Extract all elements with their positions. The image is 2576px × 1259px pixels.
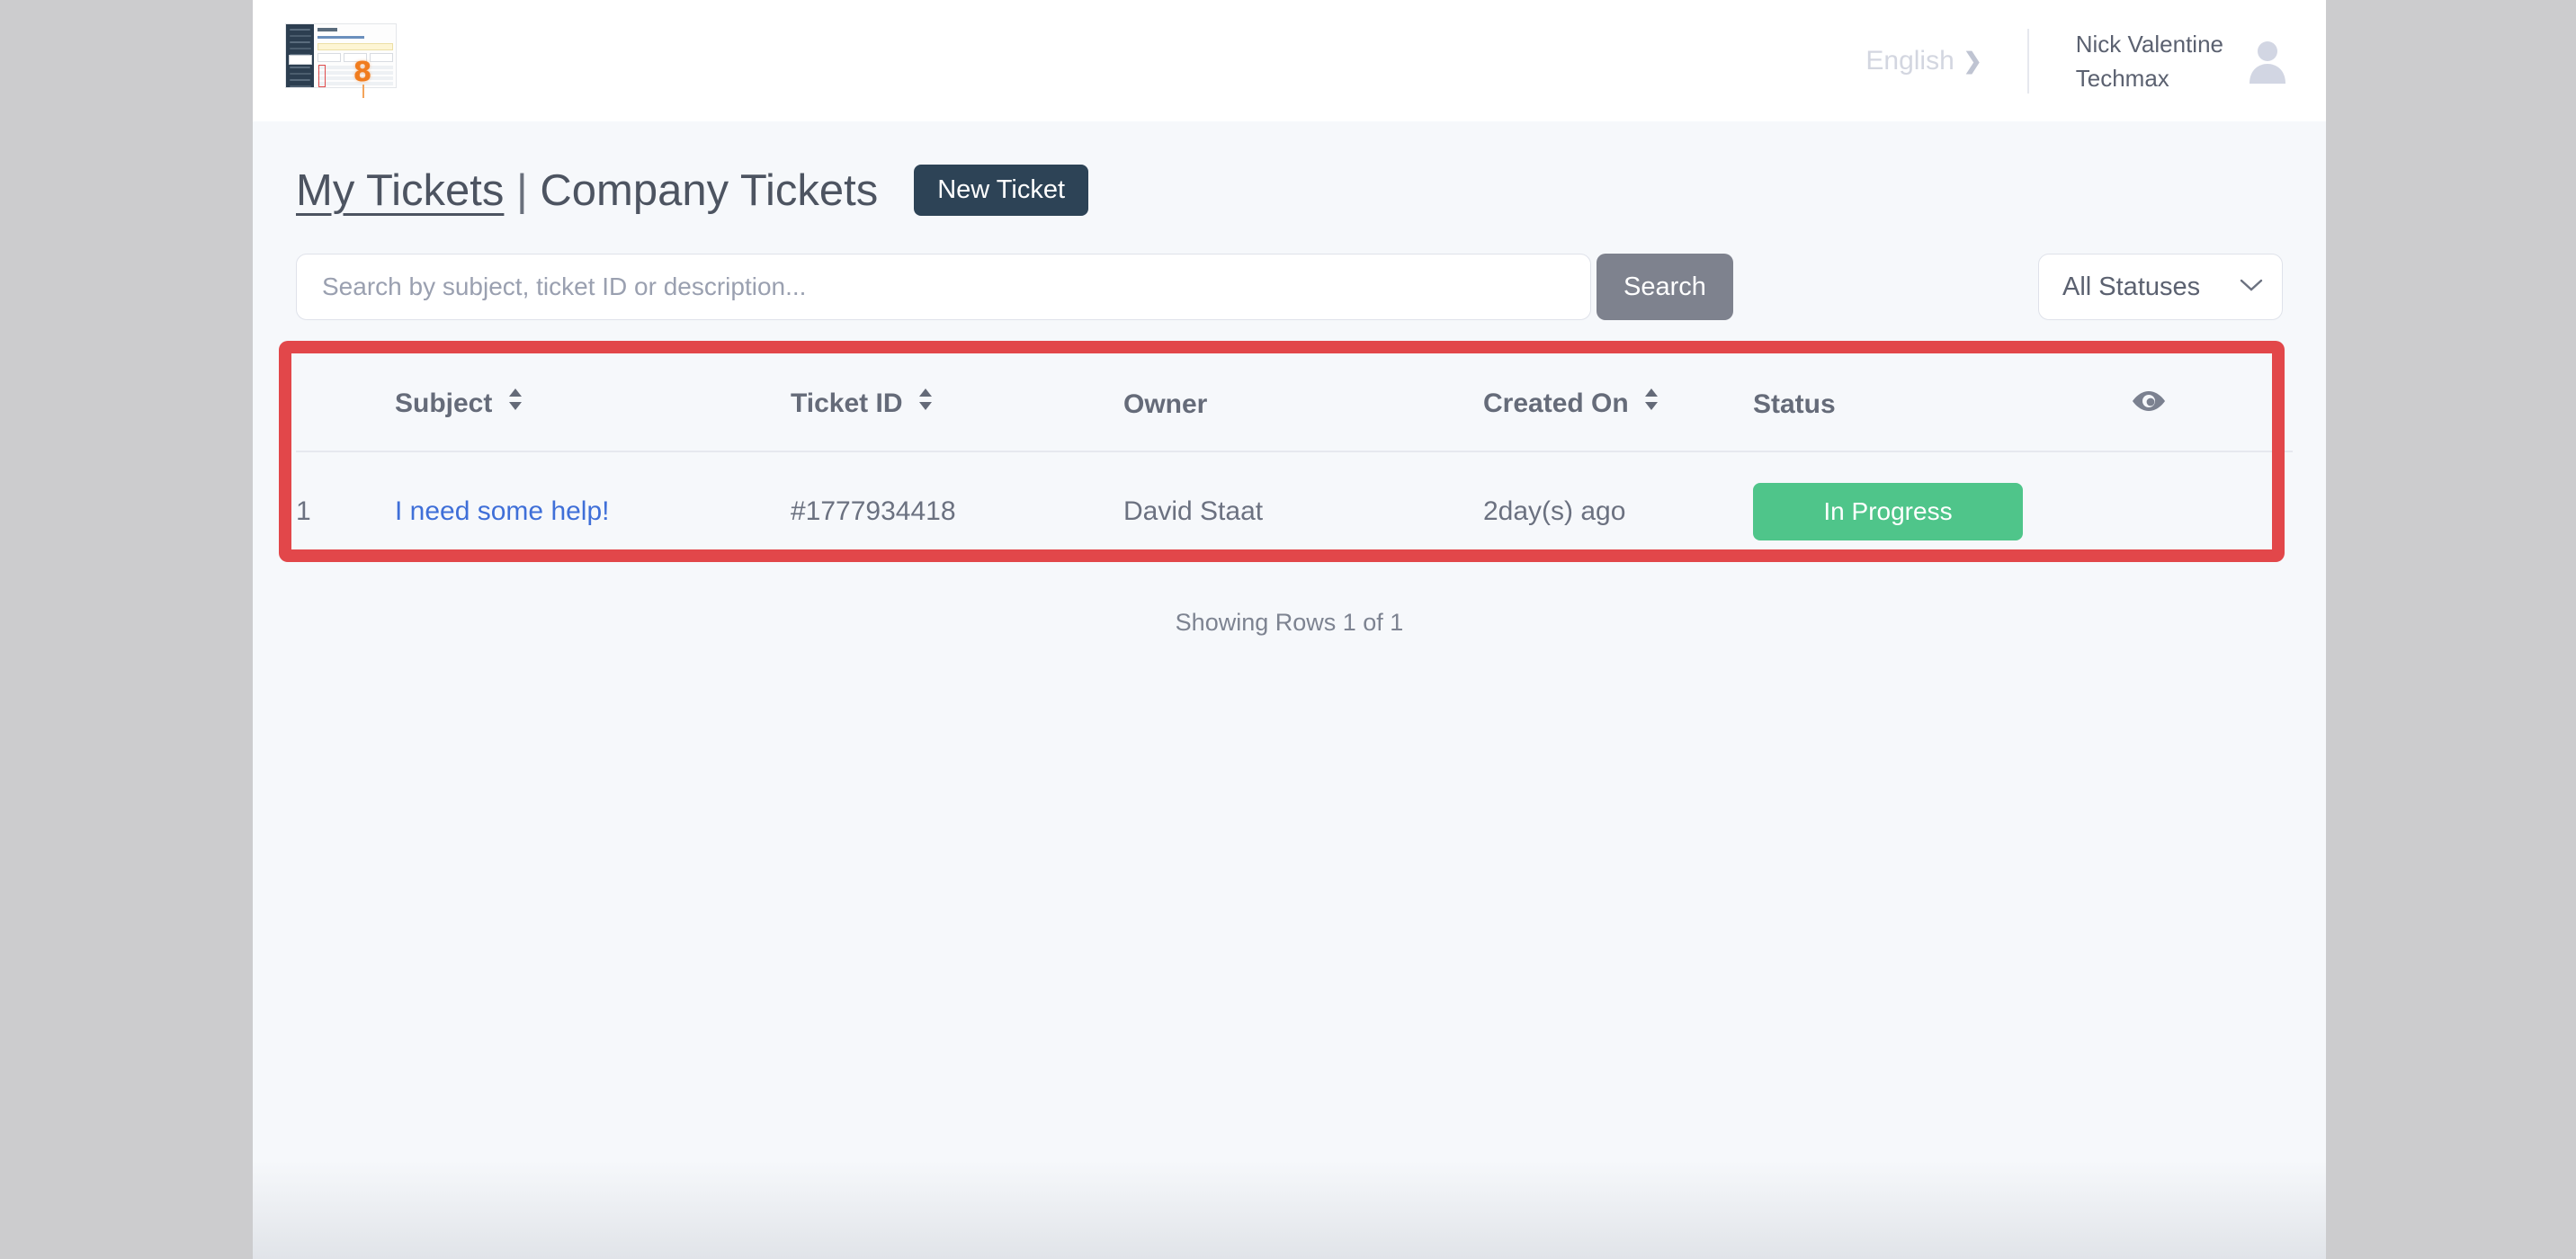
column-header-ticket-id[interactable]: Ticket ID bbox=[791, 356, 1123, 451]
column-header-status: Status bbox=[1753, 356, 2131, 451]
cell-owner: David Staat bbox=[1123, 451, 1483, 575]
showing-rows-label: Showing Rows 1 of 1 bbox=[296, 609, 2283, 637]
new-ticket-button[interactable]: New Ticket bbox=[914, 165, 1088, 216]
main-content: My Tickets | Company Tickets New Ticket … bbox=[253, 121, 2326, 637]
column-header-owner: Owner bbox=[1123, 356, 1483, 451]
tickets-table: Subject Ticket ID bbox=[296, 356, 2293, 575]
page-bottom-fade bbox=[253, 1160, 2326, 1259]
search-button[interactable]: Search bbox=[1597, 254, 1733, 320]
column-header-row-index bbox=[296, 356, 395, 451]
cell-row-index: 1 bbox=[296, 451, 395, 575]
sort-icon[interactable] bbox=[917, 388, 934, 418]
column-header-ticket-id-label: Ticket ID bbox=[791, 388, 903, 418]
ticket-subject-link[interactable]: I need some help! bbox=[395, 496, 610, 526]
cell-ticket-id: #1777934418 bbox=[791, 451, 1123, 575]
table-row[interactable]: 1 I need some help! #1777934418 David St… bbox=[296, 451, 2293, 575]
sort-icon[interactable] bbox=[507, 388, 523, 418]
logo-red-highlight-graphic bbox=[318, 65, 326, 87]
app-logo[interactable]: 8 bbox=[285, 23, 397, 99]
sort-icon[interactable] bbox=[1643, 388, 1659, 418]
search-input[interactable] bbox=[296, 254, 1591, 320]
cell-status: In Progress bbox=[1753, 451, 2131, 575]
logo-sidebar-highlight bbox=[289, 55, 312, 65]
language-label: English bbox=[1865, 46, 1954, 76]
user-company: Techmax bbox=[2076, 61, 2223, 95]
app-header: 8 English ❯ Nick Valentine Techmax bbox=[253, 0, 2326, 121]
chevron-right-icon: ❯ bbox=[1963, 48, 1982, 75]
avatar-icon[interactable] bbox=[2247, 39, 2288, 84]
column-header-subject[interactable]: Subject bbox=[395, 356, 791, 451]
eye-icon[interactable] bbox=[2131, 389, 2167, 419]
logo-balloon-icon: 8 bbox=[343, 58, 382, 99]
page-title-row: My Tickets | Company Tickets New Ticket bbox=[296, 165, 2326, 216]
cell-created-on: 2day(s) ago bbox=[1483, 451, 1753, 575]
logo-balloon-digit: 8 bbox=[343, 58, 382, 87]
column-header-created-on[interactable]: Created On bbox=[1483, 356, 1753, 451]
user-menu[interactable]: Nick Valentine Techmax bbox=[2029, 27, 2288, 95]
tickets-table-zone: Subject Ticket ID bbox=[296, 356, 2283, 637]
status-select[interactable]: All Statuses bbox=[2038, 254, 2283, 320]
header-right-cluster: English ❯ Nick Valentine Techmax bbox=[1865, 27, 2288, 95]
column-header-created-on-label: Created On bbox=[1483, 388, 1629, 418]
table-header-row: Subject Ticket ID bbox=[296, 356, 2293, 451]
status-badge[interactable]: In Progress bbox=[1753, 483, 2023, 540]
cell-subject: I need some help! bbox=[395, 451, 791, 575]
filters-row: Search All Statuses bbox=[296, 254, 2283, 320]
status-filter[interactable]: All Statuses bbox=[2038, 254, 2283, 320]
user-identity: Nick Valentine Techmax bbox=[2076, 27, 2223, 95]
page-viewport: 8 English ❯ Nick Valentine Techmax bbox=[253, 0, 2326, 1259]
tab-my-tickets[interactable]: My Tickets bbox=[296, 166, 504, 215]
tab-company-tickets[interactable]: Company Tickets bbox=[540, 166, 878, 215]
cell-visibility bbox=[2131, 451, 2293, 575]
user-name: Nick Valentine bbox=[2076, 27, 2223, 61]
language-switcher[interactable]: English ❯ bbox=[1865, 46, 2026, 76]
page-title: My Tickets | Company Tickets bbox=[296, 165, 878, 216]
column-header-visibility[interactable] bbox=[2131, 356, 2293, 451]
column-header-subject-label: Subject bbox=[395, 388, 492, 418]
title-separator: | bbox=[516, 166, 528, 215]
